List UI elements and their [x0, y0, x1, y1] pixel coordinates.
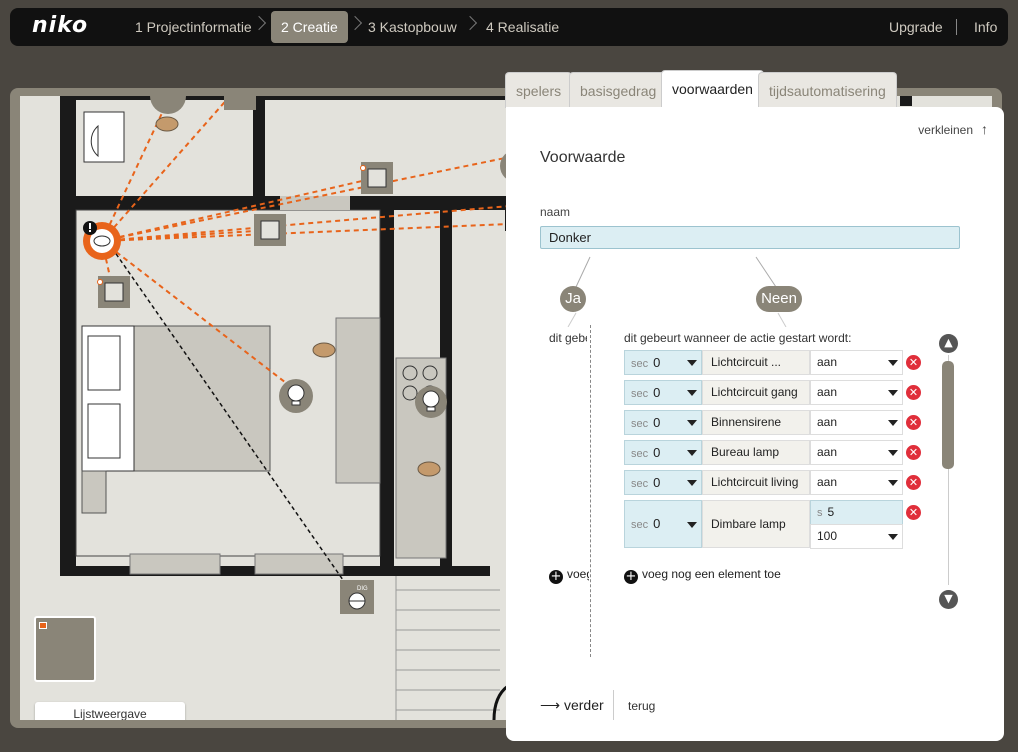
- caret-down-icon: [888, 360, 898, 366]
- caret-down-icon: [687, 450, 697, 456]
- delete-icon[interactable]: ✕: [906, 475, 921, 490]
- neen-branch-badge: Neen: [756, 286, 802, 312]
- caret-down-icon: [888, 534, 898, 540]
- delete-icon[interactable]: ✕: [906, 355, 921, 370]
- scroll-up-icon[interactable]: ▲: [939, 334, 958, 353]
- switch-icon: [254, 214, 286, 246]
- tab-voorwaarden[interactable]: voorwaarden: [661, 70, 764, 108]
- element-name: Lichtcircuit ...: [702, 350, 810, 375]
- caret-down-icon: [687, 360, 697, 366]
- add-element-button-ja[interactable]: +voeg nog een element toe: [549, 567, 589, 584]
- caret-down-icon: [687, 522, 697, 528]
- step-realisatie[interactable]: 4 Realisatie: [476, 11, 569, 43]
- shrink-button[interactable]: verkleinen ↑: [918, 121, 988, 137]
- delete-icon[interactable]: ✕: [906, 445, 921, 460]
- upgrade-link[interactable]: Upgrade: [889, 11, 943, 43]
- delay-select[interactable]: sec 0: [624, 470, 702, 495]
- sensor-tag: DIG: [357, 586, 368, 592]
- lamp-icon: [150, 96, 186, 114]
- element-name: Bureau lamp: [702, 440, 810, 465]
- tab-spelers[interactable]: spelers: [505, 72, 573, 108]
- step-creatie[interactable]: 2 Creatie: [271, 11, 348, 43]
- action-row: sec 0 Bureau lamp aan ✕: [624, 440, 921, 465]
- niko-logo: niko: [32, 13, 89, 38]
- action-row: sec 0 Lichtcircuit gang aan ✕: [624, 380, 921, 405]
- switch-icon: [360, 162, 393, 194]
- back-button[interactable]: terug: [628, 699, 655, 713]
- lamp-icon: [415, 386, 447, 418]
- delay-select[interactable]: sec 0: [624, 350, 702, 375]
- tab-basisgedrag[interactable]: basisgedrag: [569, 72, 668, 108]
- step-kastopbouw[interactable]: 3 Kastopbouw: [358, 11, 467, 43]
- plus-icon: +: [549, 569, 563, 584]
- delay-select[interactable]: sec 0: [624, 410, 702, 435]
- shrink-label: verkleinen: [918, 123, 973, 137]
- state-select[interactable]: aan: [810, 350, 903, 375]
- arrow-up-icon: ↑: [981, 121, 988, 137]
- plus-icon: +: [624, 569, 638, 584]
- caret-down-icon: [687, 420, 697, 426]
- caret-down-icon: [888, 420, 898, 426]
- action-row: sec 0 Binnensirene aan ✕: [624, 410, 921, 435]
- action-row: sec 0 Lichtcircuit living aan ✕: [624, 470, 921, 495]
- next-button[interactable]: ⟶ verder: [540, 697, 604, 714]
- dim-level-select[interactable]: 100: [810, 524, 903, 549]
- caret-down-icon: [687, 390, 697, 396]
- element-name: Dimbare lamp: [702, 500, 810, 548]
- dim-duration-field[interactable]: s5: [810, 500, 903, 525]
- delete-icon[interactable]: ✕: [906, 505, 921, 520]
- arrow-right-icon: ⟶: [540, 697, 561, 713]
- delay-select[interactable]: sec 0: [624, 500, 702, 548]
- delete-icon[interactable]: ✕: [906, 415, 921, 430]
- naam-label: naam: [540, 205, 571, 219]
- minimap-marker: [39, 622, 47, 629]
- info-link[interactable]: Info: [974, 11, 997, 43]
- element-name: Lichtcircuit living: [702, 470, 810, 495]
- column-divider: [590, 325, 591, 657]
- caret-down-icon: [888, 450, 898, 456]
- add-element-button-neen[interactable]: + voeg nog een element toe: [624, 567, 781, 584]
- divider: [613, 690, 614, 720]
- state-select[interactable]: aan: [810, 440, 903, 465]
- panel-title: Voorwaarde: [540, 149, 626, 166]
- lamp-icon: [279, 379, 313, 413]
- delay-select[interactable]: sec 0: [624, 380, 702, 405]
- state-select[interactable]: aan: [810, 470, 903, 495]
- condition-panel: verkleinen ↑ Voorwaarde naam Ja Neen dit …: [506, 107, 1004, 741]
- delete-icon[interactable]: ✕: [906, 385, 921, 400]
- naam-input[interactable]: [540, 226, 960, 249]
- state-select[interactable]: aan: [810, 380, 903, 405]
- list-view-button[interactable]: Lijstweergave: [35, 702, 185, 720]
- action-row: sec 0 Lichtcircuit ... aan ✕: [624, 350, 921, 375]
- action-row-dimmer: sec 0 Dimbare lamp s5 100 ✕: [624, 500, 921, 549]
- scroll-down-icon[interactable]: ▼: [939, 590, 958, 609]
- ja-branch-badge: Ja: [560, 286, 586, 312]
- motion-sensor-icon: DIG: [340, 580, 374, 614]
- caret-down-icon: [888, 480, 898, 486]
- element-name: Lichtcircuit gang: [702, 380, 810, 405]
- scrollbar-thumb[interactable]: [942, 361, 954, 469]
- tab-tijdsautomatisering[interactable]: tijdsautomatisering: [758, 72, 897, 108]
- minimap-thumbnail[interactable]: [34, 616, 96, 682]
- state-select[interactable]: aan: [810, 410, 903, 435]
- top-navigation-bar: niko 1 Projectinformatie 2 Creatie 3 Kas…: [10, 8, 1008, 46]
- connector-lines: [567, 256, 787, 327]
- neen-header: dit gebeurt wanneer de actie gestart wor…: [624, 331, 852, 345]
- switch-icon: [97, 276, 130, 308]
- delay-select[interactable]: sec 0: [624, 440, 702, 465]
- switch-icon: [224, 96, 256, 110]
- step-projectinformatie[interactable]: 1 Projectinformatie: [125, 11, 262, 43]
- element-name: Binnensirene: [702, 410, 810, 435]
- divider: [956, 19, 957, 35]
- caret-down-icon: [888, 390, 898, 396]
- caret-down-icon: [687, 480, 697, 486]
